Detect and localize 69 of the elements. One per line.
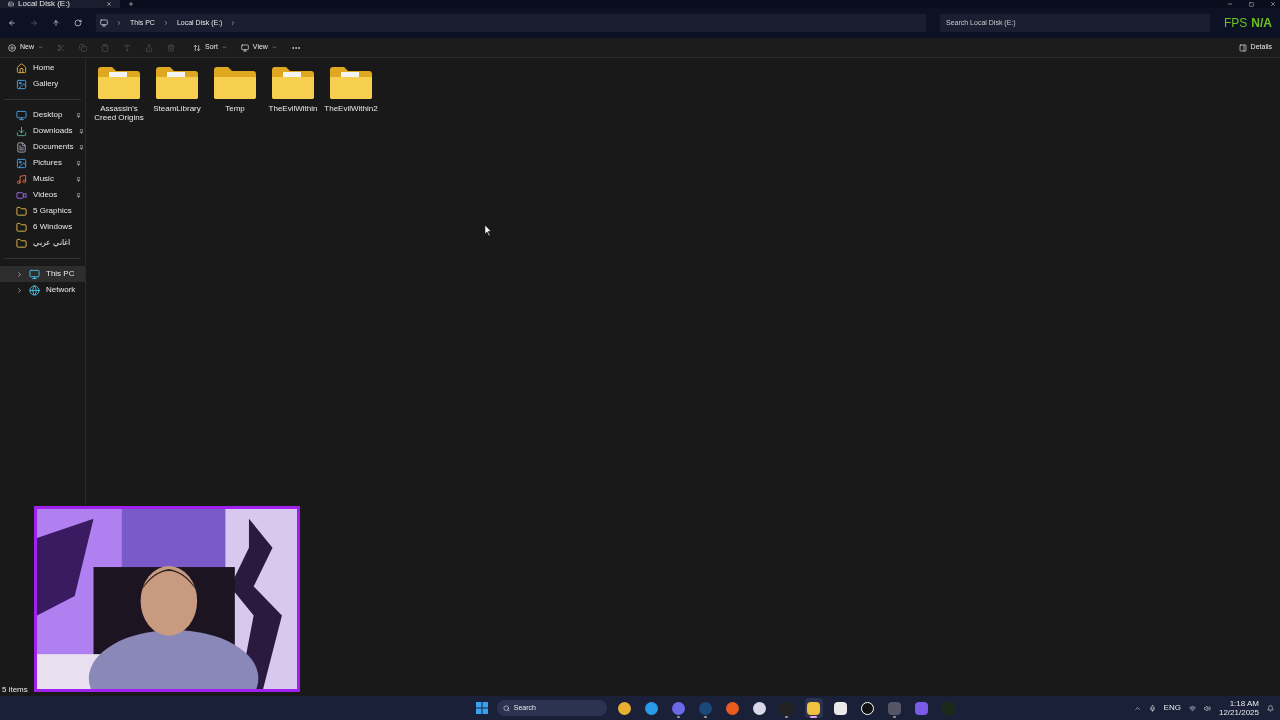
- new-tab-icon[interactable]: [128, 1, 134, 7]
- computer-icon: [100, 19, 108, 27]
- item-count: 5 items: [2, 684, 28, 696]
- sidebar-item[interactable]: 6 Windows: [0, 219, 85, 235]
- music-icon: [16, 173, 27, 185]
- refresh-icon[interactable]: [74, 19, 82, 27]
- app-icon: [753, 701, 767, 715]
- sidebar-item[interactable]: Downloads: [0, 123, 85, 139]
- document-icon: [16, 141, 27, 153]
- computer-icon: [29, 268, 40, 280]
- sidebar-item[interactable]: اغاني عربي: [0, 235, 85, 251]
- folder-name[interactable]: SteamLibrary: [148, 104, 206, 113]
- view-icon: [240, 43, 249, 52]
- sidebar-item[interactable]: Pictures: [0, 155, 85, 171]
- close-icon[interactable]: [106, 1, 112, 7]
- clock-date[interactable]: 12/21/2025: [1218, 708, 1259, 717]
- fps-value: N/A: [1251, 15, 1272, 32]
- app-icon: [780, 701, 794, 715]
- close-icon[interactable]: [1270, 1, 1276, 7]
- clock-time[interactable]: 1:18 AM: [1229, 699, 1259, 708]
- sidebar-item[interactable]: Documents: [0, 139, 85, 155]
- start-icon[interactable]: [475, 702, 488, 714]
- app-icon: [888, 701, 902, 715]
- sidebar-item[interactable]: Gallery: [0, 76, 85, 92]
- video-icon: [16, 189, 27, 201]
- download-icon: [16, 125, 27, 137]
- pictures-icon: [16, 157, 27, 169]
- caret-icon: [38, 45, 43, 50]
- add-icon: [8, 43, 16, 52]
- sidebar-item[interactable]: Network: [0, 282, 85, 298]
- sidebar-item[interactable]: Videos: [0, 187, 85, 203]
- maximize-icon[interactable]: [1249, 1, 1254, 7]
- taskbar-button[interactable]: [804, 698, 823, 718]
- details-pane-icon: [1238, 43, 1247, 52]
- window-tab[interactable]: Local Disk (E:): [0, 0, 120, 8]
- sidebar-item[interactable]: Desktop: [0, 107, 85, 123]
- caret-icon: [221, 45, 227, 50]
- folder-name[interactable]: TheEvilWithin: [264, 104, 322, 113]
- network-icon[interactable]: [1188, 704, 1196, 712]
- back-icon[interactable]: [8, 19, 16, 27]
- drive-icon: [8, 1, 14, 7]
- volume-icon[interactable]: [1203, 704, 1211, 712]
- language-indicator[interactable]: ENG: [1163, 702, 1181, 714]
- notification-icon[interactable]: [1267, 704, 1274, 712]
- search-icon: [502, 704, 510, 712]
- gallery-icon: [16, 78, 27, 90]
- folder-name[interactable]: Assassin's Creed Origins: [90, 104, 148, 122]
- tray-expand-icon[interactable]: [1133, 704, 1141, 712]
- tab-title: Local Disk (E:): [18, 0, 71, 8]
- microphone-icon[interactable]: [1148, 704, 1156, 712]
- chevron-icon: [116, 20, 122, 26]
- folder-name[interactable]: TheEvilWithin2: [322, 104, 380, 113]
- folder-name[interactable]: Temp: [206, 104, 264, 113]
- sidebar-item[interactable]: This PC: [0, 266, 85, 282]
- sidebar-item[interactable]: 5 Graphics: [0, 203, 85, 219]
- caret-icon: [271, 45, 277, 50]
- network-icon: [29, 284, 40, 296]
- home-icon: [16, 62, 27, 74]
- sidebar-item[interactable]: Music: [0, 171, 85, 187]
- sort-icon: [193, 43, 201, 52]
- up-icon[interactable]: [52, 19, 60, 27]
- desktop-icon: [16, 109, 27, 121]
- chevron-icon: [162, 20, 169, 26]
- app-icon: [861, 701, 875, 715]
- app-icon: [726, 701, 740, 715]
- chevron-icon: [230, 20, 237, 26]
- sidebar-item[interactable]: Home: [0, 60, 85, 76]
- mouse-cursor-icon: [485, 225, 492, 236]
- fps-label: FPS: [1224, 15, 1248, 32]
